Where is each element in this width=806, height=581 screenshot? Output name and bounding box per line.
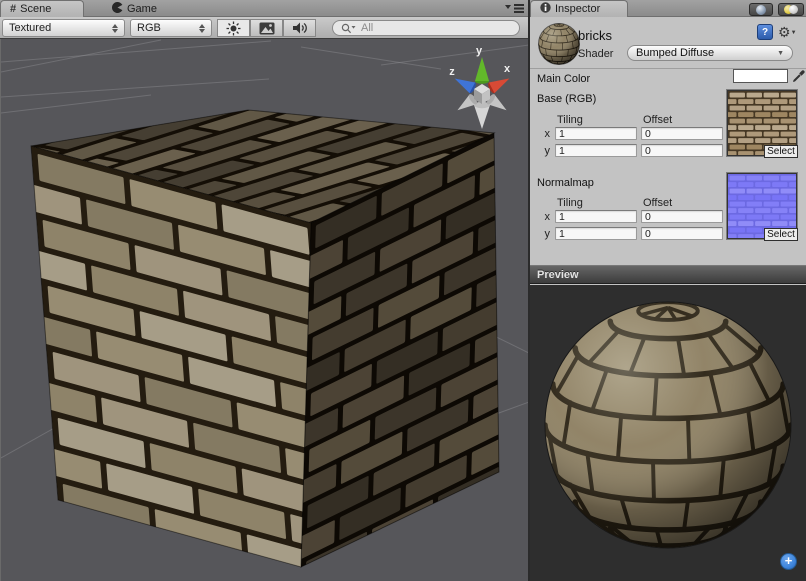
base-texture-select-button[interactable]: Select: [764, 145, 798, 158]
scene-tabstrip: # Scene Game: [0, 0, 528, 17]
updown-arrows-icon: [199, 24, 205, 33]
draw-mode-dropdown[interactable]: Textured: [2, 19, 125, 37]
tab-scene[interactable]: # Scene: [0, 0, 84, 17]
color-mode-dropdown[interactable]: RGB: [130, 19, 212, 37]
skybox-toggle-button[interactable]: [250, 19, 283, 37]
draw-mode-label: Textured: [9, 22, 106, 34]
info-icon: [540, 2, 551, 16]
grid-icon: #: [10, 4, 16, 15]
pacman-icon: [112, 2, 123, 16]
shader-value: Bumped Diffuse: [636, 47, 714, 59]
material-preview-thumb: [537, 22, 581, 66]
base-y-label: y: [538, 145, 550, 157]
shader-dropdown[interactable]: Bumped Diffuse ▼: [627, 45, 793, 61]
main-color-swatch[interactable]: [733, 69, 788, 83]
main-color-label: Main Color: [537, 73, 590, 85]
sphere-shape-icon: [756, 5, 766, 15]
tab-game[interactable]: Game: [103, 0, 183, 17]
preview-title: Preview: [537, 269, 579, 281]
sun-icon: [226, 21, 241, 36]
preview-lighting-button[interactable]: [778, 3, 804, 16]
orientation-gizmo[interactable]: y x z: [439, 43, 525, 135]
normalmap-select-button[interactable]: Select: [764, 228, 798, 241]
preview-sphere-render: [530, 285, 806, 581]
updown-arrows-icon: [112, 24, 118, 33]
scene-panel-menu-icon[interactable]: [505, 3, 525, 13]
normalmap-label: Normalmap: [537, 177, 594, 189]
unity-editor-window: # Scene Game Textured RGB: [0, 0, 806, 581]
normal-offset-header: Offset: [643, 197, 672, 209]
gear-icon[interactable]: ⚙▼: [778, 24, 797, 41]
search-input[interactable]: [359, 21, 499, 35]
axis-y-cone[interactable]: [475, 57, 489, 84]
material-name: bricks: [578, 28, 612, 43]
preview-header[interactable]: Preview: [530, 265, 806, 284]
base-offset-x-field[interactable]: [641, 127, 723, 140]
scene-viewport[interactable]: y x z: [0, 39, 528, 581]
base-tiling-x-field[interactable]: [555, 127, 637, 140]
light-off-icon: [789, 5, 798, 14]
base-x-label: x: [538, 128, 550, 140]
normal-tiling-header: Tiling: [557, 197, 583, 209]
gizmo-y-label: y: [476, 45, 483, 57]
normal-offset-x-field[interactable]: [641, 210, 723, 223]
inspector-panel: Inspector bricks Shader Bumped Diffuse ▼: [530, 0, 806, 581]
image-icon: [259, 22, 275, 35]
base-offset-header: Offset: [643, 114, 672, 126]
scene-search-field[interactable]: [332, 20, 520, 36]
base-offset-y-field[interactable]: [641, 144, 723, 157]
tab-inspector-label: Inspector: [555, 3, 600, 15]
axis-x-cone[interactable]: [487, 73, 513, 94]
axis-z-cone[interactable]: [452, 73, 477, 94]
axis-neg-y-cone[interactable]: [474, 102, 490, 129]
material-inspector: bricks Shader Bumped Diffuse ▼ ? ⚙▼ Main…: [530, 17, 806, 265]
eyedropper-icon[interactable]: [792, 68, 806, 83]
scene-toolbar: Textured RGB: [0, 17, 528, 39]
audio-toggle-button[interactable]: [283, 19, 316, 37]
normal-tiling-y-field[interactable]: [555, 227, 637, 240]
gizmo-x-label: x: [504, 63, 511, 75]
search-icon: [341, 23, 356, 34]
base-tiling-header: Tiling: [557, 114, 583, 126]
gizmo-z-label: z: [449, 66, 455, 78]
base-texture-label: Base (RGB): [537, 93, 596, 105]
tab-game-label: Game: [127, 3, 157, 15]
material-preview-viewport[interactable]: +: [530, 285, 806, 581]
normal-offset-y-field[interactable]: [641, 227, 723, 240]
material-header: bricks Shader Bumped Diffuse ▼ ? ⚙▼: [530, 17, 806, 69]
color-mode-label: RGB: [137, 22, 193, 34]
normal-x-label: x: [538, 211, 550, 223]
speaker-icon: [292, 21, 308, 35]
normal-tiling-x-field[interactable]: [555, 210, 637, 223]
add-preview-icon[interactable]: +: [780, 553, 797, 570]
shader-label: Shader: [578, 48, 613, 60]
base-tiling-y-field[interactable]: [555, 144, 637, 157]
tab-inspector[interactable]: Inspector: [530, 0, 628, 17]
normal-y-label: y: [538, 228, 550, 240]
lighting-toggle-button[interactable]: [217, 19, 250, 37]
preview-shape-button[interactable]: [749, 3, 773, 16]
chevron-down-icon: ▼: [777, 50, 784, 57]
tab-scene-label: Scene: [20, 3, 51, 15]
help-icon[interactable]: ?: [757, 24, 773, 40]
